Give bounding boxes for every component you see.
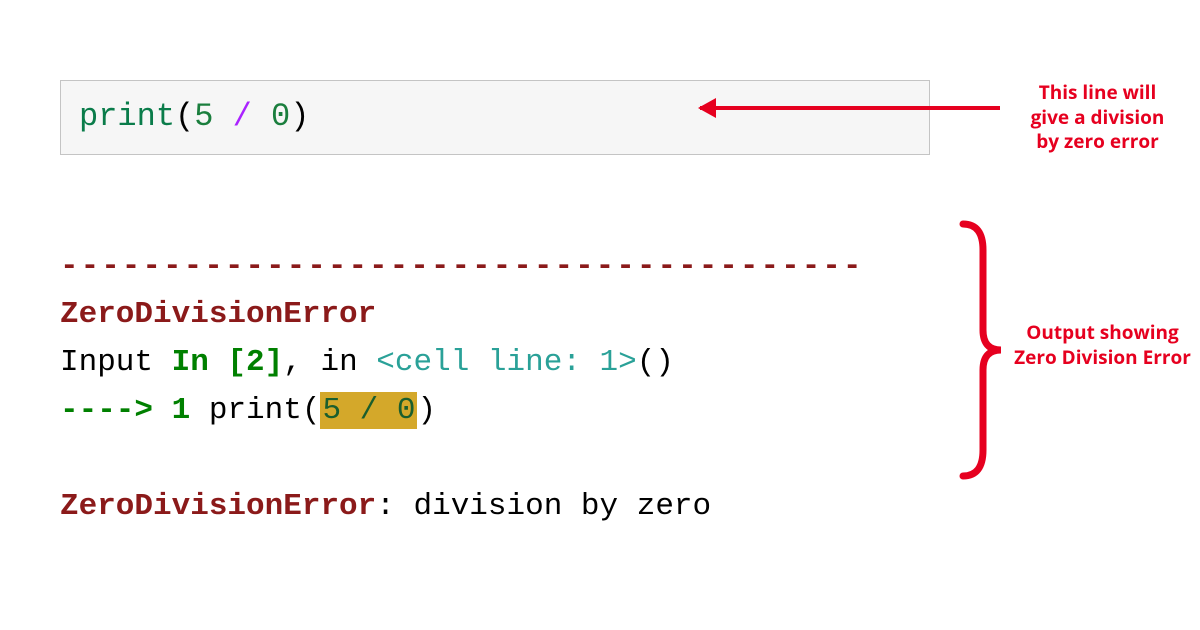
input-label: Input — [60, 345, 172, 380]
in-bracket-open: In [ — [172, 345, 246, 380]
token-paren-close: ) — [290, 98, 309, 135]
error-type-final: ZeroDivisionError — [60, 489, 376, 524]
annotation-2-line1: Output showing — [1026, 319, 1179, 345]
error-colon: : — [376, 489, 413, 524]
token-operator-divide: / — [213, 98, 271, 135]
annotation-1-line2: give a division — [1031, 104, 1165, 130]
annotation-arrow-icon — [700, 106, 1000, 110]
token-number-5: 5 — [194, 98, 213, 135]
call-print-close: ) — [417, 393, 436, 428]
line-number: 1 — [172, 393, 209, 428]
traceback-arrow: ----> — [60, 393, 172, 428]
cell-line-ref: <cell line: 1> — [376, 345, 636, 380]
code-input-cell[interactable]: print(5 / 0) — [60, 80, 930, 155]
cell-number: 2 — [246, 345, 265, 380]
annotation-2-line2: Zero Division Error — [1014, 344, 1191, 370]
token-paren-open: ( — [175, 98, 194, 135]
curly-brace-icon — [955, 220, 1005, 480]
error-message: division by zero — [413, 489, 711, 524]
annotation-1-line1: This line will — [1039, 79, 1157, 105]
in-bracket-close: ] — [265, 345, 284, 380]
annotation-1-line3: by zero error — [1036, 128, 1158, 154]
token-function: print — [79, 98, 175, 135]
annotation-code-cell: This line will give a division by zero e… — [1010, 80, 1185, 154]
annotation-output: Output showing Zero Division Error — [1010, 320, 1195, 369]
in-word: in — [320, 345, 376, 380]
traceback-divider: --------------------------------------- — [60, 249, 864, 284]
error-type-header: ZeroDivisionError — [60, 297, 376, 332]
comma: , — [283, 345, 320, 380]
empty-parens: () — [637, 345, 674, 380]
token-number-0: 0 — [271, 98, 290, 135]
error-output: --------------------------------------- … — [60, 195, 930, 531]
highlighted-expression: 5 / 0 — [320, 392, 417, 429]
call-print-open: print( — [209, 393, 321, 428]
